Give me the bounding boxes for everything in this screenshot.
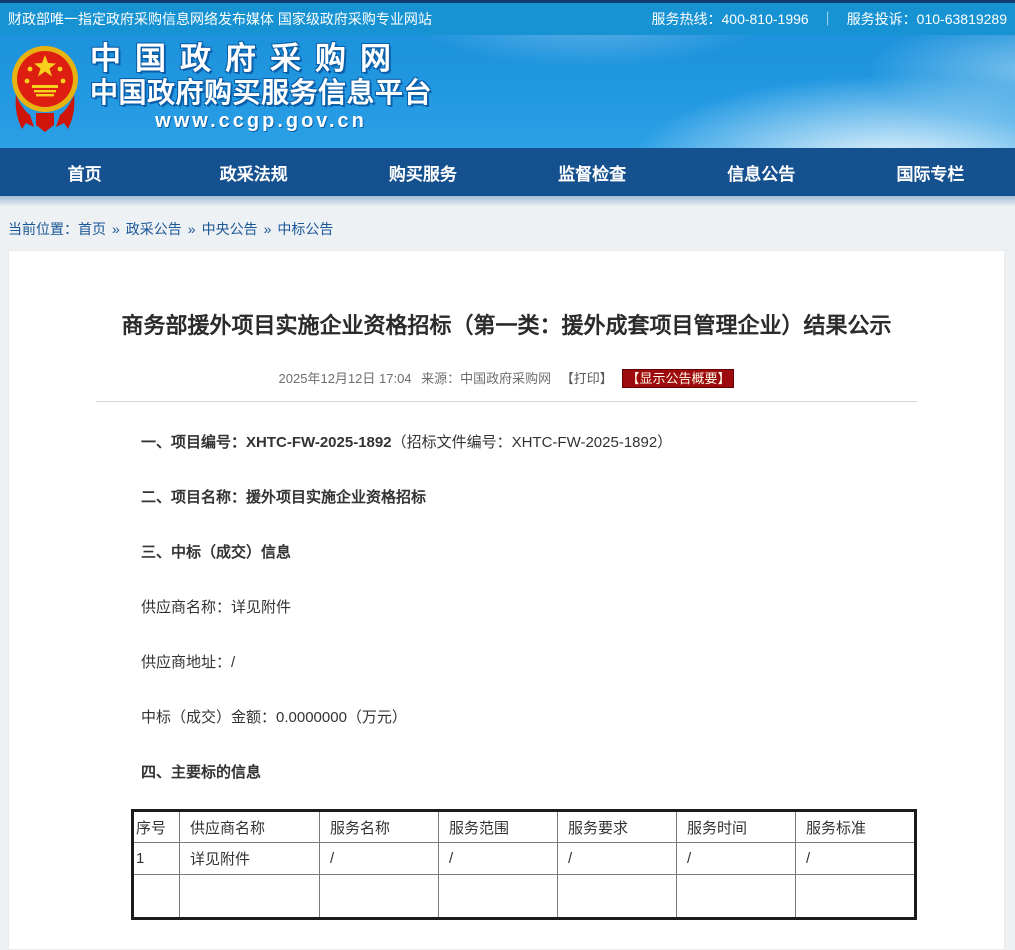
national-emblem-icon [10,41,80,138]
award-info-heading: 三、中标（成交）信息 [141,543,914,563]
announcement-title: 商务部援外项目实施企业资格招标（第一类：援外成套项目管理企业）结果公示 [44,313,969,339]
nav-item-announcements[interactable]: 信息公告 [677,148,846,196]
project-number-line: 一、项目编号：XHTC-FW-2025-1892（招标文件编号：XHTC-FW-… [141,433,914,453]
main-subject-heading: 四、主要标的信息 [141,763,914,783]
service-contacts: 服务热线：400-810-1996 ｜ 服务投诉：010-63819289 [652,9,1008,29]
breadcrumb-procurement-notices[interactable]: 政采公告 [126,221,182,237]
col-header-supplier: 供应商名称 [180,811,320,843]
breadcrumb: 当前位置：首页 » 政采公告 » 中央公告 » 中标公告 [8,219,333,239]
announcement-body: 一、项目编号：XHTC-FW-2025-1892（招标文件编号：XHTC-FW-… [141,433,914,783]
project-name-line: 二、项目名称：援外项目实施企业资格招标 [141,488,914,508]
print-button[interactable]: 【打印】 [561,371,613,386]
col-header-service-name: 服务名称 [320,811,439,843]
site-logo[interactable]: 中国政府采购网 中国政府购买服务信息平台 www.ccgp.gov.cn [10,41,432,138]
col-header-service-time: 服务时间 [677,811,796,843]
breadcrumb-central-notices[interactable]: 中央公告 [202,221,258,237]
nav-bottom-strip [0,196,1015,206]
source-label: 来源：中国政府采购网 [421,371,551,386]
breadcrumb-prefix: 当前位置： [8,221,78,237]
show-summary-button[interactable]: 【显示公告概要】 [622,369,734,388]
supplier-address-line: 供应商地址：/ [141,653,914,673]
nav-item-international[interactable]: 国际专栏 [846,148,1015,196]
table-header-row: 序号 供应商名称 服务名称 服务范围 服务要求 服务时间 服务标准 [133,811,916,843]
nav-item-regulations[interactable]: 政采法规 [169,148,338,196]
breadcrumb-award-notices[interactable]: 中标公告 [277,221,333,237]
nav-item-supervision[interactable]: 监督检查 [508,148,677,196]
col-header-service-requirements: 服务要求 [558,811,677,843]
col-header-service-scope: 服务范围 [439,811,558,843]
site-subtitle: 中国政府购买服务信息平台 [90,77,432,108]
breadcrumb-separator: » [188,221,196,237]
project-number-bold: 一、项目编号：XHTC-FW-2025-1892 [141,434,392,451]
tender-doc-number: （招标文件编号：XHTC-FW-2025-1892） [392,434,673,451]
supplier-name-line: 供应商名称：详见附件 [141,598,914,618]
col-header-index: 序号 [133,811,180,843]
service-complaint: 服务投诉：010-63819289 [847,9,1007,29]
site-logo-text: 中国政府采购网 中国政府购买服务信息平台 www.ccgp.gov.cn [90,41,432,134]
breadcrumb-home[interactable]: 首页 [78,221,106,237]
meta-divider [96,401,917,402]
breadcrumb-separator: » [112,221,120,237]
announcement-meta: 2025年12月12日 17:04 来源：中国政府采购网 【打印】 【显示公告概… [9,368,1004,388]
nav-item-home[interactable]: 首页 [0,148,169,196]
table-row: 1 详见附件 / / / / / [133,843,916,875]
award-amount-line: 中标（成交）金额：0.0000000（万元） [141,708,914,728]
subject-info-table: 序号 供应商名称 服务名称 服务范围 服务要求 服务时间 服务标准 1 详见附件… [131,809,917,920]
contact-separator: ｜ [821,9,835,29]
nav-item-purchase-services[interactable]: 购买服务 [338,148,507,196]
site-name: 中国政府采购网 [90,41,432,77]
main-nav: 首页 政采法规 购买服务 监督检查 信息公告 国际专栏 [0,148,1015,196]
table-row-empty [133,875,916,919]
col-header-service-standard: 服务标准 [796,811,916,843]
publish-datetime: 2025年12月12日 17:04 [279,371,412,386]
top-service-bar: 财政部唯一指定政府采购信息网络发布媒体 国家级政府采购专业网站 服务热线：400… [0,0,1015,35]
breadcrumb-separator: » [264,221,272,237]
service-hotline: 服务热线：400-810-1996 [652,9,809,29]
site-url: www.ccgp.gov.cn [90,108,432,134]
site-slogan: 财政部唯一指定政府采购信息网络发布媒体 国家级政府采购专业网站 [8,9,432,29]
masthead: 中国政府采购网 中国政府购买服务信息平台 www.ccgp.gov.cn [0,35,1015,148]
announcement-panel: 商务部援外项目实施企业资格招标（第一类：援外成套项目管理企业）结果公示 2025… [8,250,1005,950]
